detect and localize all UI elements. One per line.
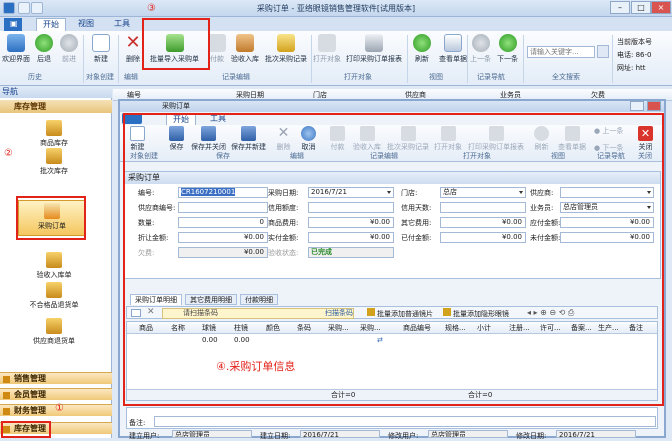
forward-button[interactable]: 前进 bbox=[60, 34, 78, 64]
delete-x-icon: ✕ bbox=[125, 32, 141, 53]
nav-item-supplier-return[interactable]: 供应商退货单 bbox=[0, 318, 108, 346]
group-label: 历史 bbox=[28, 73, 42, 81]
phone-label: 电话: 86-0 bbox=[617, 51, 652, 59]
return-box-icon bbox=[46, 282, 62, 298]
ribbon-tabs: ▣ 开始 视图 工具 bbox=[0, 17, 672, 31]
creator-field: 总店管理员 bbox=[172, 430, 252, 438]
annotation-box-order-info bbox=[123, 113, 664, 406]
doc-view-icon bbox=[444, 34, 462, 52]
nav-item-reject-return[interactable]: 不合格品退货单 bbox=[0, 282, 108, 310]
inner-restore-icon[interactable] bbox=[630, 101, 644, 111]
version-label: 当前版本号 bbox=[617, 38, 652, 46]
group-label: 全文搜索 bbox=[552, 73, 580, 81]
inner-close-icon[interactable] bbox=[647, 101, 661, 111]
window-title: 采购订单 - 亚络眼镜销售管理软件[试用版本] bbox=[256, 4, 416, 13]
annotation-box-inventory bbox=[1, 421, 51, 438]
category-members[interactable]: 会员管理 bbox=[0, 388, 112, 400]
note-input[interactable] bbox=[154, 416, 656, 427]
group-label: 记录编辑 bbox=[222, 73, 250, 81]
delete-button[interactable]: ✕ 删除 bbox=[124, 34, 142, 64]
group-label: 编辑 bbox=[124, 73, 138, 81]
welcome-icon bbox=[7, 34, 25, 52]
batch-record-button[interactable]: 批次采购记录 bbox=[265, 34, 307, 64]
nav-header: 导航 bbox=[0, 86, 112, 98]
annotation-4: ④.采购订单信息 bbox=[216, 360, 296, 373]
forward-arrow-icon bbox=[60, 34, 78, 52]
open-object-button[interactable]: 打开对象 bbox=[313, 34, 341, 64]
tab-view[interactable]: 视图 bbox=[72, 18, 100, 31]
category-sales[interactable]: 销售管理 bbox=[0, 372, 112, 384]
close-icon[interactable]: × bbox=[651, 1, 671, 14]
back-button[interactable]: 后退 bbox=[35, 34, 53, 64]
new-doc-icon bbox=[92, 34, 110, 52]
ribbon: 欢迎界面 后退 前进 新建 ✕ 删除 批量导入采购单 付款 验收入库 批次采购记录… bbox=[0, 31, 672, 86]
modified-date-field: 2016/7/21 bbox=[556, 430, 636, 438]
nav-item-stock[interactable]: 商品库存 bbox=[0, 120, 108, 148]
next-record-button[interactable]: 下一条 bbox=[497, 34, 518, 64]
inner-window-title: 采购订单 bbox=[162, 102, 190, 110]
group-label: 记录导航 bbox=[477, 73, 505, 81]
title-bar: 采购订单 - 亚络眼镜销售管理软件[试用版本] – □ × bbox=[0, 0, 672, 17]
up-arrow-icon bbox=[471, 34, 490, 52]
inner-title-bar: 采购订单 bbox=[120, 101, 664, 112]
down-arrow-icon bbox=[498, 34, 517, 52]
boxes-icon bbox=[46, 120, 62, 136]
receive-button[interactable]: 验收入库 bbox=[231, 34, 259, 64]
boxes-icon bbox=[46, 148, 62, 164]
coin-icon bbox=[208, 34, 226, 52]
folder-icon bbox=[318, 34, 336, 52]
search-icon[interactable] bbox=[597, 45, 609, 58]
refresh-icon bbox=[413, 34, 431, 52]
house-icon bbox=[46, 252, 62, 268]
nav-item-receipt[interactable]: 验收入库单 bbox=[0, 252, 108, 280]
modifier-field: 总店管理员 bbox=[428, 430, 508, 438]
maximize-icon[interactable]: □ bbox=[631, 1, 651, 14]
app-menu-button[interactable]: ▣ bbox=[4, 18, 22, 31]
printer-icon bbox=[365, 34, 383, 52]
nav-section-title: 库存管理 bbox=[0, 100, 112, 113]
prev-record-button[interactable]: 上一条 bbox=[470, 34, 491, 64]
created-date-field: 2016/7/21 bbox=[300, 430, 380, 438]
group-label: 打开对象 bbox=[344, 73, 372, 81]
nav-item-batch-stock[interactable]: 批次库存 bbox=[0, 148, 108, 176]
tab-tools[interactable]: 工具 bbox=[108, 18, 136, 31]
return-box-icon bbox=[46, 318, 62, 334]
welcome-button[interactable]: 欢迎界面 bbox=[2, 34, 30, 64]
website-label: 网址: htt bbox=[617, 64, 646, 72]
group-label: 视图 bbox=[429, 73, 443, 81]
search-input[interactable] bbox=[527, 46, 595, 58]
annotation-2: ② bbox=[4, 148, 13, 159]
new-button[interactable]: 新建 bbox=[92, 34, 110, 64]
payment-button[interactable]: 付款 bbox=[208, 34, 226, 64]
back-arrow-icon bbox=[35, 34, 53, 52]
tab-start[interactable]: 开始 bbox=[36, 18, 66, 31]
annotation-box-import bbox=[142, 18, 210, 70]
grid-icon bbox=[277, 34, 295, 52]
group-label: 对象创建 bbox=[86, 73, 114, 81]
refresh-button[interactable]: 刷新 bbox=[413, 34, 431, 64]
annotation-1: ① bbox=[55, 403, 64, 414]
print-report-button[interactable]: 打印采购订单报表 bbox=[346, 34, 402, 64]
view-doc-button[interactable]: 查看单据 bbox=[439, 34, 467, 64]
annotation-box-purchase-order bbox=[16, 196, 86, 240]
navigation-pane: 导航 库存管理 商品库存 批次库存 采购订单 验收入库单 不合格品退货单 供应商… bbox=[0, 86, 112, 438]
house-icon bbox=[236, 34, 254, 52]
minimize-icon[interactable]: – bbox=[610, 1, 630, 14]
annotation-3: ③ bbox=[147, 3, 156, 14]
